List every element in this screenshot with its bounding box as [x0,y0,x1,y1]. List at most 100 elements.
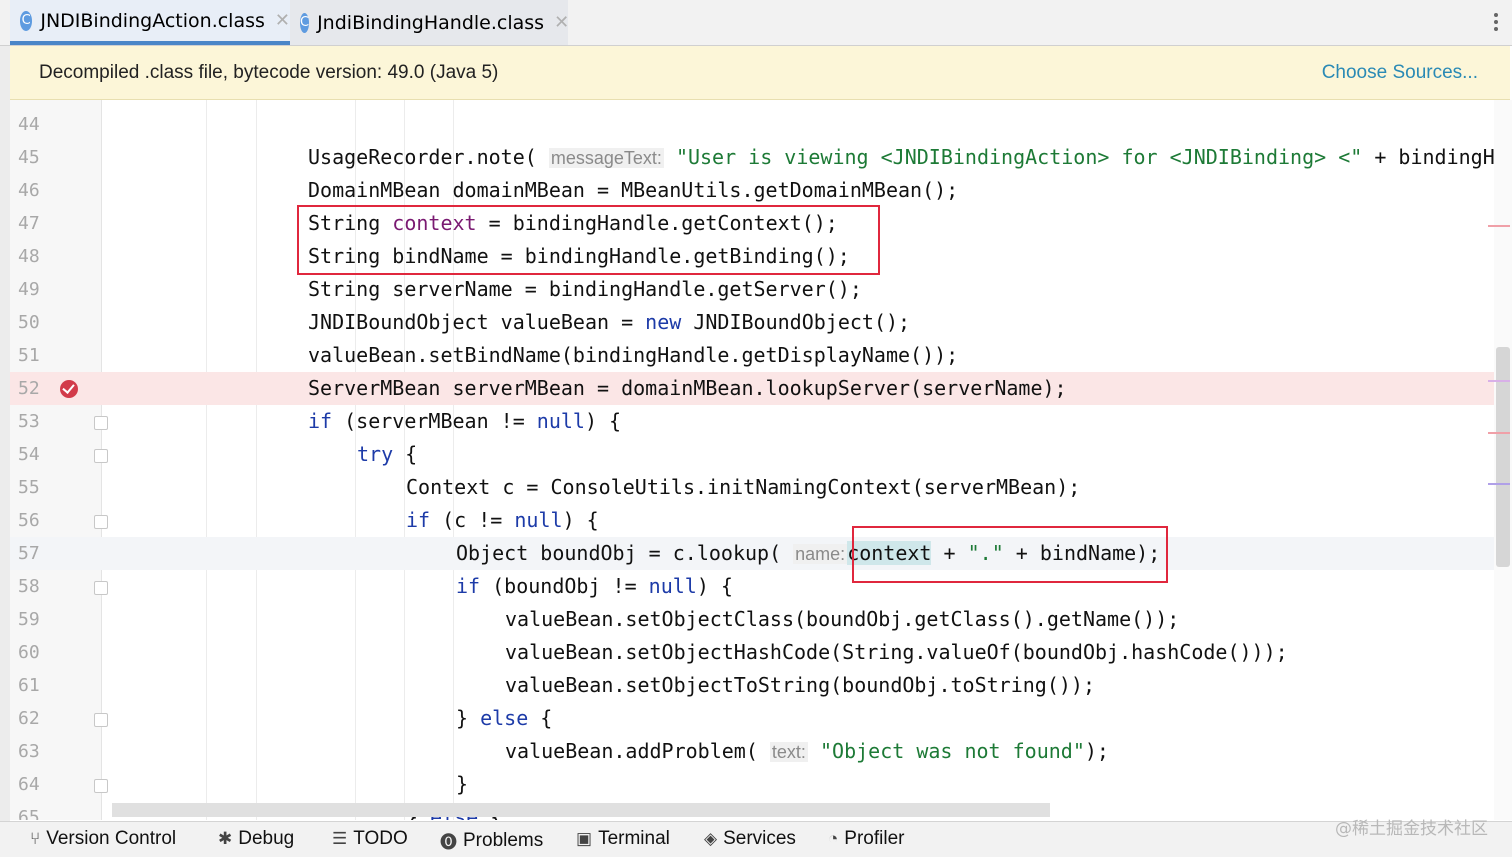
profiler-button[interactable]: ◔ Profiler [828,828,904,850]
line-number: 56 [18,510,40,531]
code-text: valueBean.setBindName(bindingHandle.getD… [308,343,959,367]
code-token: ) { [562,508,599,532]
tool-window-bar: ⑂ Version Control ✱ Debug ☰ TODO ⓿ Probl… [0,819,1512,857]
code-text: JNDIBoundObject valueBean = new JNDIBoun… [308,310,910,334]
code-line[interactable]: 64 } [10,768,1494,801]
code-line[interactable]: 62 } else { [10,702,1494,735]
left-tool-strip [0,46,10,821]
services-button[interactable]: ◈ Services [704,828,796,850]
code-token: + bindingH [1362,145,1494,169]
fold-icon[interactable] [94,449,108,463]
watermark: @稀土掘金技术社区 [1335,819,1488,839]
code-text: valueBean.setObjectClass(boundObj.getCla… [505,607,1180,631]
code-line[interactable]: 44 [10,108,1494,141]
close-icon[interactable]: ✕ [554,12,569,33]
tool-label: Version Control [46,828,177,849]
fold-icon[interactable] [94,779,108,793]
code-token: UsageRecorder.note( [308,145,537,169]
more-options-icon[interactable] [1494,10,1500,34]
tool-label: TODO [353,828,408,849]
line-number: 60 [18,642,40,663]
parameter-hint: messageText: [548,148,664,168]
current-line[interactable]: 57 Object boundObj = c.lookup( name: cont… [10,537,1494,570]
tab-jndi-binding-action[interactable]: C JNDIBindingAction.class ✕ [10,0,290,45]
tab-label: JndiBindingHandle.class [317,11,545,34]
code-text: UsageRecorder.note( messageText: "User i… [308,145,1494,169]
code-text: String serverName = bindingHandle.getSer… [308,277,862,301]
line-number: 59 [18,609,40,630]
code-line[interactable]: 61 valueBean.setObjectToString(boundObj.… [10,669,1494,702]
line-number: 45 [18,147,40,168]
close-icon[interactable]: ✕ [275,10,290,31]
tool-label: Problems [463,829,544,851]
code-line[interactable]: 58 if (boundObj != null) { [10,570,1494,603]
line-number: 52 [18,378,40,399]
fold-icon[interactable] [94,416,108,430]
code-line[interactable]: 60 valueBean.setObjectHashCode(String.va… [10,636,1494,669]
line-number: 54 [18,444,40,465]
breakpoint-line[interactable]: 52 ServerMBean serverMBean = domainMBean… [10,372,1494,405]
problems-button[interactable]: ⓿ Problems [440,828,543,853]
code-line[interactable]: 59 valueBean.setObjectClass(boundObj.get… [10,603,1494,636]
error-stripe-marker[interactable] [1488,483,1510,485]
version-control-icon: ⑂ [30,829,41,848]
error-stripe-marker[interactable] [1488,432,1510,434]
horizontal-scrollbar-thumb[interactable] [112,803,1050,817]
error-stripe-marker[interactable] [1488,380,1510,382]
code-line[interactable]: 45 UsageRecorder.note( messageText: "Use… [10,141,1494,174]
parameter-hint: text: [769,742,808,762]
keyword-token: try [357,442,394,466]
code-line[interactable]: 54 try { [10,438,1494,471]
line-number: 65 [18,807,40,820]
code-text: if (c != null) { [406,508,599,532]
code-token: ); [1084,739,1109,763]
code-line[interactable]: 50 JNDIBoundObject valueBean = new JNDIB… [10,306,1494,339]
tool-label: Debug [238,828,295,849]
code-line[interactable]: 51 valueBean.setBindName(bindingHandle.g… [10,339,1494,372]
annotation-box-lookup-argument [852,526,1168,583]
code-token: (c != [430,508,515,532]
code-token: ) { [696,574,733,598]
code-line[interactable]: 55 Context c = ConsoleUtils.initNamingCo… [10,471,1494,504]
fold-icon[interactable] [94,515,108,529]
code-editor[interactable]: 44 45 UsageRecorder.note( messageText: "… [10,100,1494,820]
code-token: ) { [584,409,622,433]
breakpoint-icon[interactable] [60,380,78,398]
line-number: 57 [18,543,40,564]
tab-jndi-binding-handle[interactable]: C JndiBindingHandle.class ✕ [290,0,569,45]
line-number: 50 [18,312,40,333]
code-line[interactable]: 49 String serverName = bindingHandle.get… [10,273,1494,306]
fold-icon[interactable] [94,581,108,595]
line-number: 58 [18,576,40,597]
line-number: 64 [18,774,40,795]
decompiled-notice-banner: Decompiled .class file, bytecode version… [10,46,1510,100]
code-token: { [528,706,553,730]
problems-icon: ⓿ [440,833,457,852]
tool-label: Profiler [844,828,905,849]
code-line[interactable]: 56 if (c != null) { [10,504,1494,537]
terminal-button[interactable]: ▣ Terminal [576,828,670,850]
code-text: if (serverMBean != null) { [308,409,621,433]
string-literal: "User is viewing <JNDIBindingAction> for… [675,145,1363,169]
code-token: (boundObj != [480,574,649,598]
line-number: 46 [18,180,40,201]
line-number: 51 [18,345,40,366]
code-text: try { [357,442,417,466]
error-stripe-marker[interactable] [1488,225,1510,227]
tab-label: JNDIBindingAction.class [40,9,265,32]
code-line[interactable]: 46 DomainMBean domainMBean = MBeanUtils.… [10,174,1494,207]
code-text: } else { [456,706,552,730]
fold-icon[interactable] [94,713,108,727]
code-line[interactable]: 63 valueBean.addProblem( text: "Object w… [10,735,1494,768]
tool-label: Services [723,828,796,849]
version-control-button[interactable]: ⑂ Version Control [30,828,176,850]
keyword-token: else [480,706,529,730]
choose-sources-link[interactable]: Choose Sources... [1322,62,1478,84]
code-token: valueBean.addProblem( [505,739,758,763]
code-line[interactable]: 53 if (serverMBean != null) { [10,405,1494,438]
code-token: (serverMBean != [332,409,537,433]
banner-text: Decompiled .class file, bytecode version… [39,61,499,83]
terminal-icon: ▣ [576,829,593,848]
todo-button[interactable]: ☰ TODO [332,828,408,850]
debug-button[interactable]: ✱ Debug [218,828,294,850]
